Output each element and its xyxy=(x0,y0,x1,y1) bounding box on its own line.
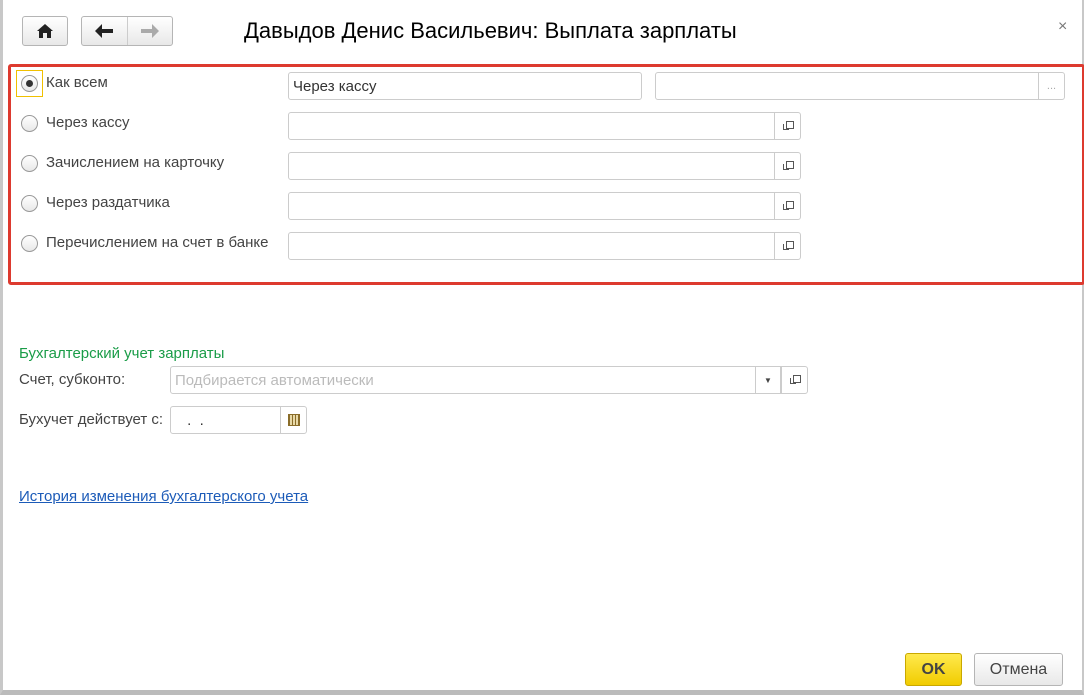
history-link[interactable]: История изменения бухгалтерского учета xyxy=(19,488,308,505)
radio-button[interactable] xyxy=(21,195,38,212)
extra-input[interactable]: ... xyxy=(655,72,1065,100)
history-nav xyxy=(81,16,173,46)
open-button[interactable] xyxy=(781,367,807,393)
home-icon xyxy=(37,24,53,38)
open-button[interactable] xyxy=(774,193,800,219)
option-value-input[interactable]: Через кассу xyxy=(288,72,642,100)
date-label: Бухучет действует с: xyxy=(19,411,164,428)
radio-button[interactable] xyxy=(21,235,38,252)
window-title: Давыдов Денис Васильевич: Выплата зарпла… xyxy=(244,18,737,43)
cancel-button[interactable]: Отмена xyxy=(974,653,1063,686)
option-label[interactable]: Зачислением на карточку xyxy=(46,154,224,171)
section-title: Бухгалтерский учет зарплаты xyxy=(19,345,225,362)
open-icon xyxy=(782,241,794,251)
calendar-icon xyxy=(287,414,300,426)
option-label[interactable]: Перечислением на счет в банке xyxy=(46,234,269,251)
back-button[interactable] xyxy=(82,17,128,45)
arrow-right-icon xyxy=(140,24,159,38)
ellipsis-icon: ... xyxy=(1046,80,1057,92)
open-icon xyxy=(789,375,801,385)
home-button[interactable] xyxy=(22,16,68,46)
open-icon xyxy=(782,201,794,211)
account-label: Счет, субконто: xyxy=(19,371,126,388)
open-icon xyxy=(782,121,794,131)
option-label[interactable]: Как всем xyxy=(46,74,108,91)
option-value-input[interactable] xyxy=(288,112,801,140)
radio-button[interactable] xyxy=(21,115,38,132)
option-value-input[interactable] xyxy=(288,192,801,220)
chevron-down-icon: ▼ xyxy=(764,375,772,385)
option-value-input[interactable] xyxy=(288,152,801,180)
date-input[interactable]: . . xyxy=(170,406,307,434)
option-label[interactable]: Через кассу xyxy=(46,114,129,131)
dropdown-button[interactable]: ▼ xyxy=(755,367,781,393)
radio-button[interactable] xyxy=(21,75,38,92)
open-button[interactable] xyxy=(774,153,800,179)
ok-button[interactable]: OK xyxy=(905,653,962,686)
arrow-left-icon xyxy=(95,24,114,38)
option-value-input[interactable] xyxy=(288,232,801,260)
radio-button[interactable] xyxy=(21,155,38,172)
dialog-window: Давыдов Денис Васильевич: Выплата зарпла… xyxy=(0,0,1084,695)
forward-button[interactable] xyxy=(128,17,173,45)
option-label[interactable]: Через раздатчика xyxy=(46,194,170,211)
open-button[interactable] xyxy=(774,113,800,139)
select-button[interactable]: ... xyxy=(1038,73,1064,99)
account-input[interactable]: Подбирается автоматически ▼ xyxy=(170,366,808,394)
open-button[interactable] xyxy=(774,233,800,259)
calendar-button[interactable] xyxy=(280,407,306,433)
open-icon xyxy=(782,161,794,171)
close-button[interactable]: × xyxy=(1058,18,1067,36)
